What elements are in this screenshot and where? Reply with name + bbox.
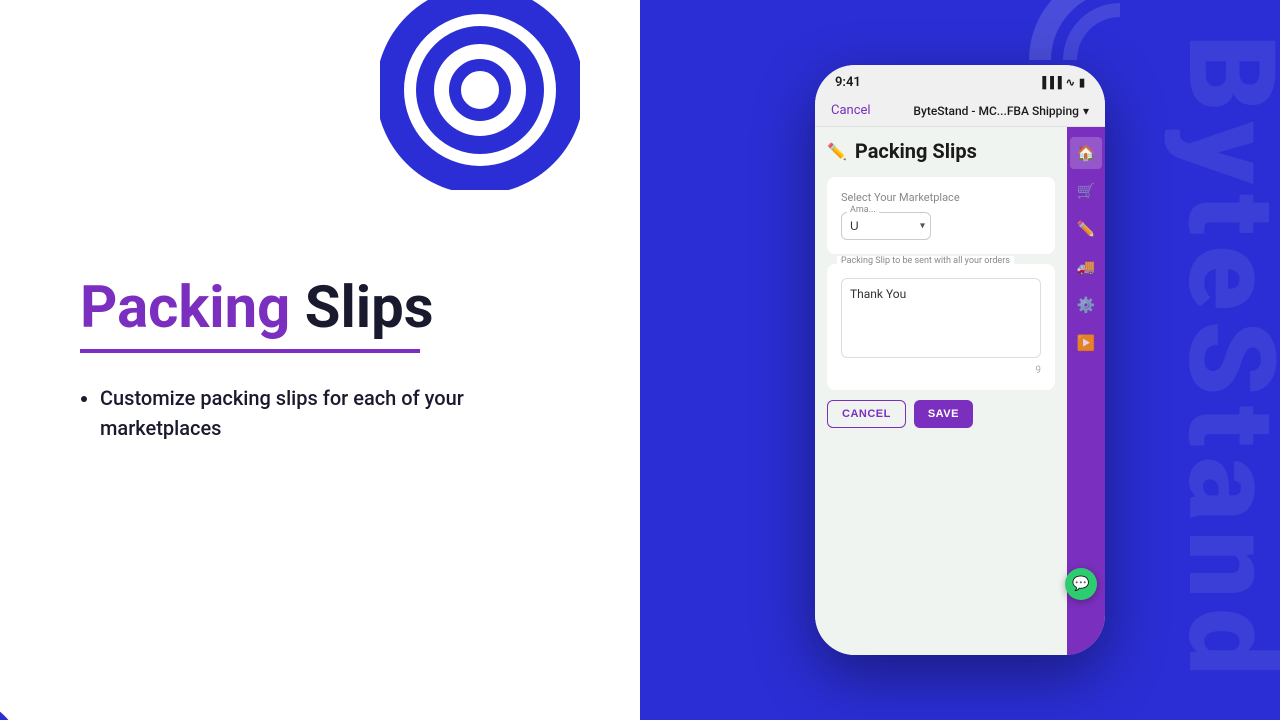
phone-status-bar: 9:41 ▐▐▐ ∿ ▮ xyxy=(815,65,1105,95)
right-panel: ByteStand 9:41 ▐▐▐ ∿ ▮ Cancel ByteStand … xyxy=(640,0,1280,720)
packing-slips-title: Packing Slips xyxy=(855,139,977,163)
page-title: Packing Slips xyxy=(80,277,640,341)
sidebar-home-icon[interactable]: 🏠 xyxy=(1070,137,1102,169)
packing-slip-textarea[interactable]: Thank You xyxy=(841,278,1041,358)
save-button[interactable]: SAVE xyxy=(914,400,973,428)
sidebar-cart-icon[interactable]: 🛒 xyxy=(1070,175,1102,207)
nav-dropdown-arrow: ▾ xyxy=(1083,104,1089,118)
phone-main: ✏️ Packing Slips Select Your Marketplace… xyxy=(815,127,1067,655)
marketplace-select-wrapper: Ama... U ▾ xyxy=(841,212,931,240)
pencil-icon: ✏️ xyxy=(827,142,847,161)
wifi-icon: ∿ xyxy=(1066,76,1075,89)
action-buttons: CANCEL SAVE xyxy=(827,400,1055,428)
deco-arc-right xyxy=(960,0,1120,60)
status-time: 9:41 xyxy=(835,75,861,90)
sidebar-settings-icon[interactable]: ⚙️ xyxy=(1070,289,1102,321)
signal-icon: ▐▐▐ xyxy=(1038,76,1061,89)
packing-slip-field-label: Packing Slip to be sent with all your or… xyxy=(837,256,1014,266)
deco-arc-bottom-left xyxy=(0,600,120,720)
nav-cancel-link[interactable]: Cancel xyxy=(831,103,871,118)
battery-icon: ▮ xyxy=(1079,76,1085,89)
marketplace-section-label: Select Your Marketplace xyxy=(841,191,1041,204)
title-underline xyxy=(80,349,420,353)
marketplace-dropdown[interactable]: U xyxy=(841,212,931,240)
phone-nav-bar: Cancel ByteStand - MC...FBA Shipping ▾ xyxy=(815,95,1105,127)
deco-circles-left xyxy=(380,0,580,190)
packing-slips-header: ✏️ Packing Slips xyxy=(827,139,1055,163)
phone-mockup: 9:41 ▐▐▐ ∿ ▮ Cancel ByteStand - MC...FBA… xyxy=(815,65,1105,655)
sidebar-play-icon[interactable]: ▶️ xyxy=(1070,327,1102,359)
bullet-list: Customize packing slips for each of your… xyxy=(80,383,640,443)
dropdown-floating-label: Ama... xyxy=(847,205,879,215)
sidebar-shipping-icon[interactable]: 🚚 xyxy=(1070,251,1102,283)
bytestand-watermark: ByteStand xyxy=(1160,34,1280,686)
char-count: 9 xyxy=(841,365,1041,376)
chat-bubble-button[interactable]: 💬 xyxy=(1065,568,1097,600)
bullet-item-1: Customize packing slips for each of your… xyxy=(100,383,480,443)
left-panel: Packing Slips Customize packing slips fo… xyxy=(0,0,640,720)
packing-slip-card: Packing Slip to be sent with all your or… xyxy=(827,264,1055,390)
sidebar-edit-icon[interactable]: ✏️ xyxy=(1070,213,1102,245)
nav-store-selector[interactable]: ByteStand - MC...FBA Shipping ▾ xyxy=(913,104,1089,118)
marketplace-card: Select Your Marketplace Ama... U ▾ xyxy=(827,177,1055,254)
phone-content: ✏️ Packing Slips Select Your Marketplace… xyxy=(815,127,1105,655)
cancel-button[interactable]: CANCEL xyxy=(827,400,906,428)
status-icons: ▐▐▐ ∿ ▮ xyxy=(1038,76,1085,89)
